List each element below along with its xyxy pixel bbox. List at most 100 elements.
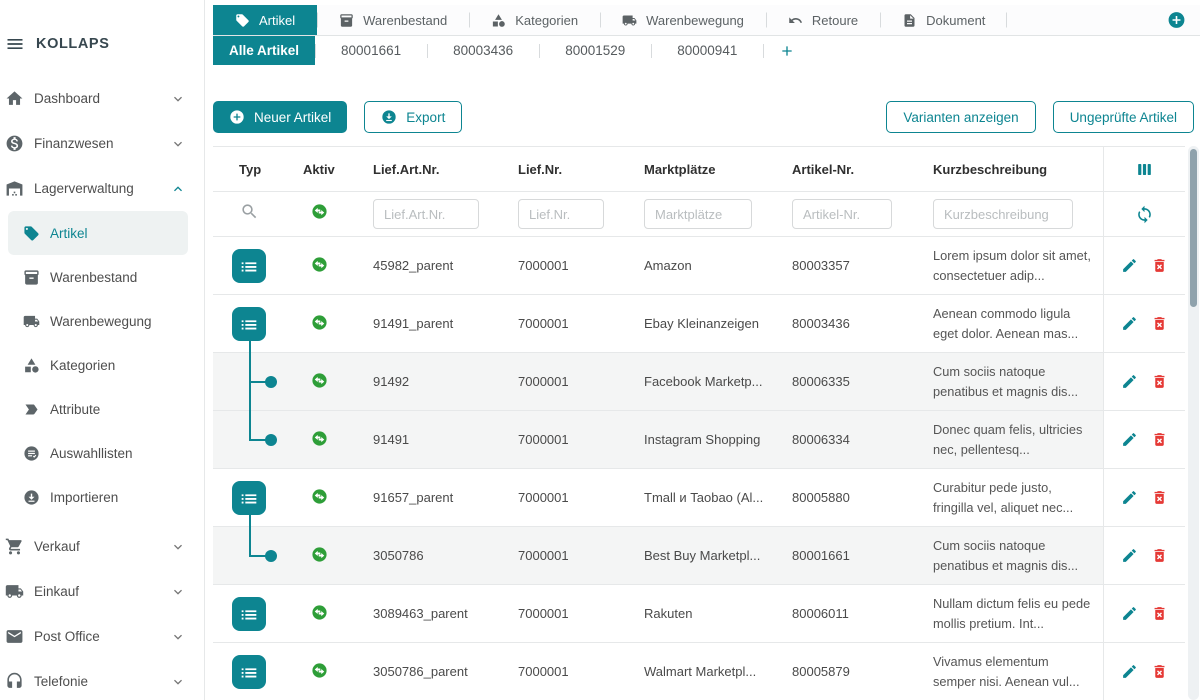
- header-artikel-nr: Artikel-Nr.: [775, 162, 905, 177]
- filter-input-lief-art-nr[interactable]: [373, 199, 479, 229]
- dollar-icon: [5, 134, 24, 153]
- sidebar-item-attribute[interactable]: Attribute: [8, 387, 188, 431]
- filter-input-artikel-nr[interactable]: [792, 199, 892, 229]
- sidebar-item-artikel[interactable]: Artikel: [8, 211, 188, 255]
- delete-button[interactable]: [1151, 431, 1168, 448]
- delete-button[interactable]: [1151, 547, 1168, 564]
- sidebar-item-kategorien[interactable]: Kategorien: [8, 343, 188, 387]
- tab-warenbewegung[interactable]: Warenbewegung: [600, 5, 766, 35]
- subtab-label: Alle Artikel: [229, 43, 299, 58]
- edit-button[interactable]: [1121, 605, 1138, 622]
- swap-circle-icon: [311, 488, 328, 505]
- tab-warenbestand[interactable]: Warenbestand: [317, 5, 469, 35]
- article-type-badge[interactable]: [232, 597, 266, 631]
- sidebar-item-warenbestand[interactable]: Warenbestand: [8, 255, 188, 299]
- cell-lief-art-nr: 3089463_parent: [350, 606, 495, 621]
- scrollbar-thumb[interactable]: [1190, 149, 1197, 307]
- delete-button[interactable]: [1151, 315, 1168, 332]
- cell-artikel-nr: 80006334: [775, 432, 905, 447]
- table-row: 914927000001Facebook Marketp...80006335C…: [213, 353, 1185, 411]
- tab-retoure[interactable]: Retoure: [766, 5, 880, 35]
- filter-input-lief-nr[interactable]: [518, 199, 604, 229]
- brand-label: KOLLAPS: [36, 36, 109, 52]
- tab-label: Warenbestand: [363, 13, 447, 28]
- sidebar-item-finanzwesen[interactable]: Finanzwesen: [0, 121, 204, 166]
- filter-actions: [1103, 192, 1185, 236]
- edit-button[interactable]: [1121, 547, 1138, 564]
- sidebar-item-warenbewegung[interactable]: Warenbewegung: [8, 299, 188, 343]
- export-label: Export: [406, 110, 445, 125]
- sidebar-item-label: Warenbewegung: [50, 314, 152, 329]
- header-typ: Typ: [213, 162, 280, 177]
- subtab-3[interactable]: 80001529: [539, 36, 651, 65]
- sidebar-item-importieren[interactable]: Importieren: [8, 475, 188, 519]
- export-button[interactable]: Export: [364, 101, 462, 133]
- cell-typ: [213, 411, 280, 468]
- pencil-icon: [1121, 431, 1138, 448]
- new-article-button[interactable]: Neuer Artikel: [213, 101, 347, 133]
- delete-button[interactable]: [1151, 489, 1168, 506]
- edit-button[interactable]: [1121, 373, 1138, 390]
- tab-artikel[interactable]: Artikel: [213, 5, 317, 35]
- show-variants-button[interactable]: Varianten anzeigen: [886, 101, 1035, 133]
- article-type-badge[interactable]: [232, 307, 266, 341]
- filter-cell: [350, 199, 495, 229]
- tree-node-dot: [265, 550, 277, 562]
- sidebar-item-verkauf[interactable]: Verkauf: [0, 524, 204, 569]
- subtab-0[interactable]: Alle Artikel: [213, 36, 315, 65]
- refresh-icon[interactable]: [1135, 205, 1154, 224]
- filter-input-kurzbeschreibung[interactable]: [933, 199, 1073, 229]
- sidebar-item-telefonie[interactable]: Telefonie: [0, 659, 204, 700]
- header-marktplaetze: Marktplätze: [630, 162, 775, 177]
- sidebar-item-post-office[interactable]: Post Office: [0, 614, 204, 659]
- sidebar-item-einkauf[interactable]: Einkauf: [0, 569, 204, 614]
- cell-aktiv: [280, 546, 350, 566]
- tree-line: [249, 526, 251, 556]
- edit-button[interactable]: [1121, 431, 1138, 448]
- delete-button[interactable]: [1151, 663, 1168, 680]
- download-circle-icon: [23, 489, 40, 506]
- category-icon: [23, 357, 40, 374]
- trash-x-icon: [1151, 431, 1168, 448]
- edit-button[interactable]: [1121, 489, 1138, 506]
- subtab-1[interactable]: 80001661: [315, 36, 427, 65]
- swap-circle-icon: [311, 604, 328, 621]
- subtab-4[interactable]: 80000941: [651, 36, 763, 65]
- cell-typ: [213, 585, 280, 642]
- tab-kategorien[interactable]: Kategorien: [469, 5, 600, 35]
- edit-button[interactable]: [1121, 663, 1138, 680]
- delete-button[interactable]: [1151, 605, 1168, 622]
- article-type-badge[interactable]: [232, 655, 266, 689]
- trash-x-icon: [1151, 547, 1168, 564]
- article-type-badge[interactable]: [232, 481, 266, 515]
- cell-kurzbeschreibung: Lorem ipsum dolor sit amet, consectetuer…: [905, 246, 1103, 284]
- cell-lief-nr: 7000001: [495, 432, 630, 447]
- active-toggle-icon[interactable]: [311, 203, 328, 220]
- swap-circle-icon: [311, 546, 328, 563]
- list-icon: [238, 313, 260, 335]
- warehouse-icon: [5, 179, 24, 198]
- tab-dokument[interactable]: Dokument: [880, 5, 1007, 35]
- unchecked-articles-button[interactable]: Ungeprüfte Artikel: [1053, 101, 1194, 133]
- filter-input-marktplaetze[interactable]: [644, 199, 752, 229]
- scrollbar-track[interactable]: [1188, 146, 1199, 700]
- cell-kurzbeschreibung: Vivamus elementum semper nisi. Aenean vu…: [905, 652, 1103, 690]
- columns-icon[interactable]: [1135, 160, 1154, 179]
- delete-button[interactable]: [1151, 257, 1168, 274]
- edit-button[interactable]: [1121, 257, 1138, 274]
- tag-icon: [23, 225, 40, 242]
- menu-icon[interactable]: [5, 34, 25, 54]
- edit-button[interactable]: [1121, 315, 1138, 332]
- sidebar-item-lagerverwaltung[interactable]: Lagerverwaltung: [0, 166, 204, 211]
- article-type-badge[interactable]: [232, 249, 266, 283]
- cell-lief-art-nr: 3050786_parent: [350, 664, 495, 679]
- subtab-2[interactable]: 80003436: [427, 36, 539, 65]
- add-subtab-button[interactable]: [763, 36, 811, 65]
- filter-aktiv: [280, 203, 350, 225]
- sidebar-item-dashboard[interactable]: Dashboard: [0, 76, 204, 121]
- add-tab-icon[interactable]: [1167, 11, 1186, 30]
- filter-cell: [775, 199, 905, 229]
- sidebar-item-auswahllisten[interactable]: Auswahllisten: [8, 431, 188, 475]
- new-article-label: Neuer Artikel: [254, 110, 331, 125]
- delete-button[interactable]: [1151, 373, 1168, 390]
